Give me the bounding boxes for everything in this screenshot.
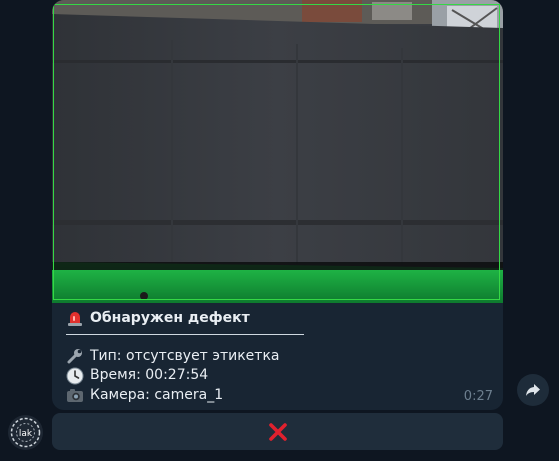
cross-mark-icon <box>268 422 287 441</box>
message-text: Обнаружен дефект Тип: отсутсвует этикетк… <box>66 308 486 405</box>
forward-button[interactable] <box>517 374 549 406</box>
type-line: Тип: отсутсвует этикетка <box>66 347 486 367</box>
detection-box <box>53 4 500 300</box>
camera-icon <box>67 389 83 403</box>
avatar-label: lak <box>19 429 33 439</box>
bot-avatar[interactable]: lak <box>8 415 43 450</box>
defect-type: Тип: отсутсвует этикетка <box>90 347 280 364</box>
time-line: Время: 00:27:54 <box>66 366 486 386</box>
message-title: Обнаружен дефект <box>90 309 250 326</box>
message-timestamp: 0:27 <box>463 389 493 404</box>
siren-icon <box>68 311 82 326</box>
message-title-row: Обнаружен дефект <box>66 308 486 328</box>
camera-name: Камера: camera_1 <box>90 386 224 403</box>
camera-line: Камера: camera_1 <box>66 386 486 406</box>
chat-view: Обнаружен дефект Тип: отсутсвует этикетк… <box>0 0 559 461</box>
clock-icon <box>66 367 84 385</box>
avatar-image: lak <box>8 415 43 450</box>
dismiss-defect-button[interactable] <box>52 413 503 450</box>
forward-arrow-icon <box>526 384 540 396</box>
title-divider <box>66 333 304 335</box>
wrench-icon <box>67 349 82 364</box>
defect-time: Время: 00:27:54 <box>90 367 209 383</box>
message-bubble[interactable]: Обнаружен дефект Тип: отсутсвует этикетк… <box>52 0 503 410</box>
